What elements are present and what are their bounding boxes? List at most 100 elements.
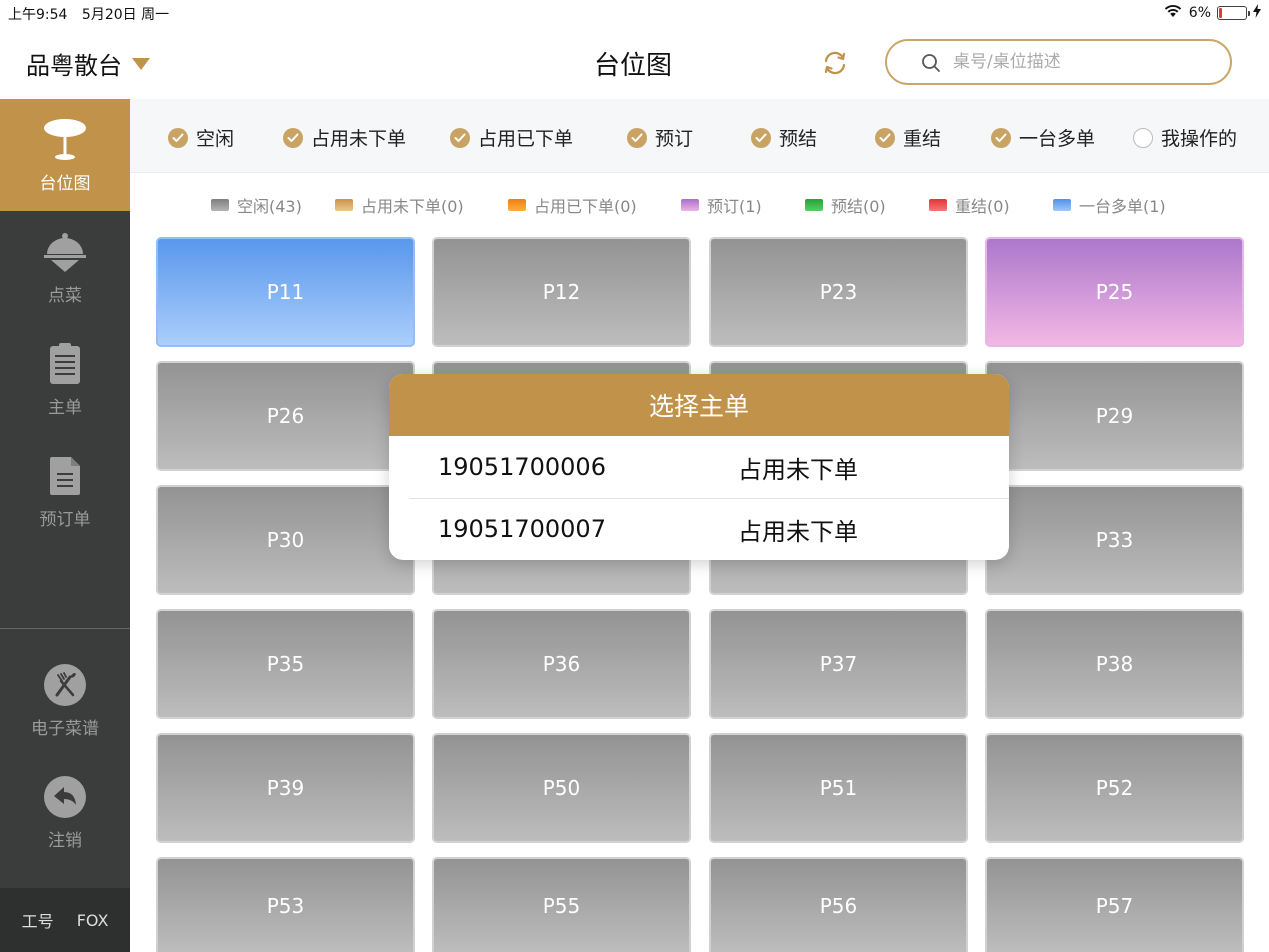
filter-multi-order[interactable]: 一台多单: [991, 124, 1095, 151]
filter-idle[interactable]: 空闲: [168, 124, 234, 151]
table-tile[interactable]: P23: [709, 237, 968, 347]
table-tile[interactable]: P29: [985, 361, 1244, 471]
checkmark-icon: [283, 127, 303, 148]
table-tile[interactable]: P25: [985, 237, 1244, 347]
table-tile[interactable]: P35: [156, 609, 415, 719]
fork-knife-icon: [42, 662, 88, 708]
legend-item: 预订(1): [681, 193, 762, 217]
table-tile[interactable]: P33: [985, 485, 1244, 595]
checkmark-icon: [751, 127, 771, 148]
refresh-icon: [824, 51, 846, 75]
filter-my-operations[interactable]: 我操作的: [1133, 124, 1237, 151]
legend-item: 重结(0): [929, 193, 1010, 217]
sidebar-footer: 工号 FOX: [0, 888, 130, 952]
sidebar-item-e-menu[interactable]: 电子菜谱: [0, 644, 130, 756]
legend-label: 空闲(43): [237, 197, 302, 216]
status-indicators: 6%: [1163, 4, 1261, 22]
battery-percent: 6%: [1188, 5, 1211, 21]
order-number: 19051700006: [438, 453, 606, 481]
document-icon: [42, 453, 88, 499]
select-main-order-dialog: 选择主单 19051700006 占用未下单 19051700007 占用未下单: [389, 374, 1009, 560]
dialog-title: 选择主单: [389, 374, 1009, 436]
filter-reserved[interactable]: 预订: [627, 124, 693, 151]
sidebar-item-reservations[interactable]: 预订单: [0, 435, 130, 547]
table-tile[interactable]: P53: [156, 857, 415, 952]
legend-swatch: [805, 199, 823, 211]
checkmark-icon: [627, 127, 647, 148]
filter-label: 空闲: [196, 128, 235, 150]
sidebar-item-label: 预订单: [39, 509, 91, 530]
order-option[interactable]: 19051700007 占用未下单: [389, 498, 1009, 560]
back-arrow-icon: [42, 774, 88, 820]
table-tile[interactable]: P37: [709, 609, 968, 719]
unchecked-circle-icon: [1133, 127, 1153, 148]
search-input[interactable]: [953, 52, 1213, 72]
legend-swatch: [508, 199, 526, 211]
checkmark-icon: [168, 127, 188, 148]
status-time-date: 上午9:54 5月20日 周一: [8, 4, 169, 24]
table-tile[interactable]: P51: [709, 733, 968, 843]
sidebar-item-order-dishes[interactable]: 点菜: [0, 211, 130, 323]
filter-label: 占用已下单: [478, 128, 574, 150]
table-tile[interactable]: P26: [156, 361, 415, 471]
filter-bar: 空闲 占用未下单 占用已下单 预订 预结 重结 一台多单 我操作的: [130, 99, 1269, 173]
legend-item: 一台多单(1): [1053, 193, 1166, 217]
status-time: 上午9:54: [8, 7, 68, 23]
sidebar-item-label: 注销: [48, 830, 82, 851]
legend-swatch: [929, 199, 947, 211]
table-tile[interactable]: P39: [156, 733, 415, 843]
table-icon: [42, 117, 88, 163]
refresh-button[interactable]: [820, 48, 850, 78]
filter-label: 预订: [655, 128, 694, 150]
legend-label: 占用未下单(0): [361, 197, 464, 216]
filter-pre-settled[interactable]: 预结: [751, 124, 817, 151]
table-tile[interactable]: P38: [985, 609, 1244, 719]
clipboard-icon: [42, 341, 88, 387]
dropdown-triangle-icon: [132, 57, 150, 70]
table-tile[interactable]: P12: [432, 237, 691, 347]
table-tile[interactable]: P11: [156, 237, 415, 347]
table-tile[interactable]: P52: [985, 733, 1244, 843]
serving-cloche-icon: [42, 229, 88, 275]
sidebar-item-table-map[interactable]: 台位图: [0, 99, 130, 211]
employee-id-value: FOX: [76, 910, 109, 930]
filter-label: 一台多单: [1019, 128, 1096, 150]
status-bar: 上午9:54 5月20日 周一 6%: [0, 0, 1269, 26]
sidebar-item-label: 点菜: [48, 285, 82, 306]
search-box[interactable]: [885, 39, 1232, 85]
legend-swatch: [335, 199, 353, 211]
filter-resettled[interactable]: 重结: [875, 124, 941, 151]
search-icon: [922, 54, 940, 72]
legend-item: 空闲(43): [211, 193, 302, 217]
order-option[interactable]: 19051700006 占用未下单: [389, 436, 1009, 498]
sidebar: 台位图 点菜 主单 预订单 电子菜谱 注销 工号 FOX: [0, 99, 130, 952]
checkmark-icon: [875, 127, 895, 148]
legend-label: 预订(1): [707, 197, 762, 216]
wifi-icon: [1163, 4, 1183, 22]
table-tile[interactable]: P55: [432, 857, 691, 952]
filter-occupied-not-ordered[interactable]: 占用未下单: [283, 124, 406, 151]
charging-icon: [1253, 4, 1261, 22]
legend-label: 一台多单(1): [1079, 197, 1166, 216]
filter-occupied-ordered[interactable]: 占用已下单: [450, 124, 573, 151]
order-status: 占用未下单: [738, 455, 858, 484]
table-tile[interactable]: P57: [985, 857, 1244, 952]
table-tile[interactable]: P56: [709, 857, 968, 952]
filter-label: 占用未下单: [311, 128, 407, 150]
table-tile[interactable]: P36: [432, 609, 691, 719]
sidebar-item-label: 主单: [48, 397, 82, 418]
store-selector[interactable]: 品粤散台: [26, 46, 150, 81]
top-navigation: 品粤散台 台位图: [0, 26, 1269, 100]
table-tile[interactable]: P30: [156, 485, 415, 595]
row-divider: [409, 498, 1009, 499]
order-number: 19051700007: [438, 515, 606, 543]
sidebar-item-logout[interactable]: 注销: [0, 756, 130, 868]
sidebar-item-label: 台位图: [39, 173, 91, 194]
employee-id-label: 工号: [21, 912, 54, 931]
legend-swatch: [1053, 199, 1071, 211]
sidebar-item-label: 电子菜谱: [31, 718, 99, 739]
legend-item: 预结(0): [805, 193, 886, 217]
checkmark-icon: [450, 127, 470, 148]
table-tile[interactable]: P50: [432, 733, 691, 843]
sidebar-item-main-order[interactable]: 主单: [0, 323, 130, 435]
